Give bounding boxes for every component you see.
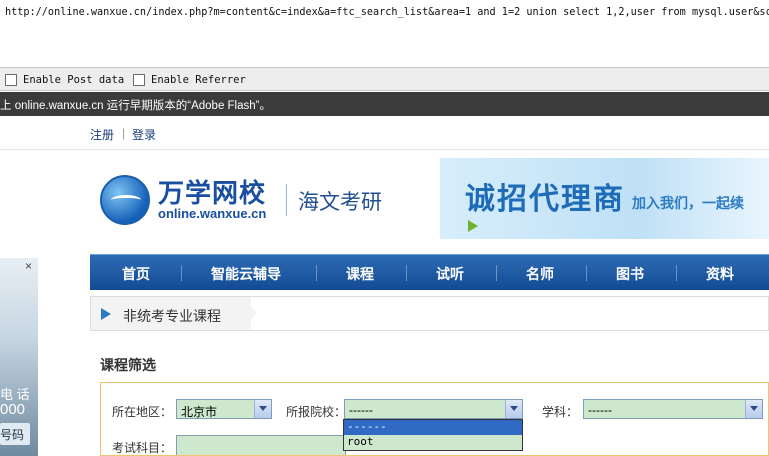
- logo-divider: [286, 184, 287, 216]
- nav-divider: [406, 265, 407, 281]
- chevron-down-icon[interactable]: [505, 400, 522, 418]
- subject-label: 学科：: [542, 405, 579, 419]
- subject-select-value: ------: [588, 403, 612, 417]
- enable-referrer-checkbox[interactable]: [133, 73, 145, 86]
- region-select[interactable]: 北京市: [176, 399, 272, 419]
- breadcrumb-current: 非统考专业课程: [123, 308, 221, 324]
- nav-divider: [181, 265, 182, 281]
- logo-name-cn: 万学网校: [158, 178, 267, 208]
- nav-item-teachers[interactable]: 名师: [526, 264, 554, 284]
- nav-item-trial[interactable]: 试听: [436, 264, 464, 284]
- login-link[interactable]: 登录: [132, 126, 156, 143]
- main-nav: 首页 智能云辅导 课程 试听 名师 图书 资料: [90, 254, 769, 290]
- school-label: 所报院校：: [286, 405, 347, 419]
- banner-headline: 诚招代理商: [465, 183, 625, 216]
- nav-item-books[interactable]: 图书: [616, 264, 644, 284]
- close-icon[interactable]: ×: [25, 259, 32, 273]
- logo-name-en: online.wanxue.cn: [158, 206, 267, 221]
- chevron-down-icon[interactable]: [745, 400, 762, 418]
- side-floating-ad[interactable]: 电 话 000 号码: [0, 258, 38, 456]
- nav-divider: [676, 265, 677, 281]
- banner-tagline: 加入我们，一起续: [632, 195, 744, 211]
- school-select-value: ------: [349, 403, 373, 417]
- hackbar-url-field[interactable]: http://online.wanxue.cn/index.php?m=cont…: [0, 0, 769, 68]
- logo-emblem-icon: [100, 175, 150, 225]
- dropdown-option[interactable]: ------: [344, 420, 522, 435]
- enable-referrer-label[interactable]: Enable Referrer: [151, 74, 246, 86]
- dropdown-option[interactable]: root: [344, 435, 522, 450]
- nav-item-courses[interactable]: 课程: [346, 264, 374, 284]
- nav-divider: [316, 265, 317, 281]
- nav-item-materials[interactable]: 资料: [706, 264, 734, 284]
- hackbar-options-bar: Enable Post data Enable Referrer: [0, 68, 769, 91]
- nav-divider: [586, 265, 587, 281]
- side-ad-line2: 000: [0, 401, 26, 418]
- exam-subject-label: 考试科目：: [112, 441, 173, 455]
- enable-referrer-option[interactable]: Enable Referrer: [133, 72, 246, 87]
- chevron-down-icon[interactable]: [254, 400, 271, 418]
- region-label: 所在地区：: [112, 405, 173, 419]
- region-select-value: 北京市: [181, 405, 218, 419]
- nav-divider: [496, 265, 497, 281]
- enable-post-data-label[interactable]: Enable Post data: [23, 74, 124, 86]
- top-links-bar: 注册 | 登录: [0, 117, 769, 150]
- site-logo[interactable]: 万学网校 online.wanxue.cn 海文考研: [96, 170, 416, 230]
- nav-item-cloud-tutoring[interactable]: 智能云辅导: [211, 264, 281, 284]
- flash-notice-bar[interactable]: 上 online.wanxue.cn 运行早期版本的“Adobe Flash”。: [0, 92, 769, 116]
- agent-recruit-banner[interactable]: 诚招代理商 加入我们，一起续: [440, 158, 769, 239]
- arrow-right-icon: [101, 308, 111, 320]
- enable-post-data-checkbox[interactable]: [5, 73, 17, 86]
- flash-notice-text: 上 online.wanxue.cn 运行早期版本的“Adobe Flash”。: [0, 100, 271, 112]
- filter-section-title: 课程筛选: [100, 357, 156, 373]
- breadcrumb: 非统考专业课程: [90, 296, 769, 331]
- side-ad-button[interactable]: 号码: [0, 423, 30, 445]
- school-dropdown-list[interactable]: ------ root: [343, 419, 523, 451]
- play-triangle-icon: [468, 220, 478, 232]
- exam-subject-select[interactable]: [176, 435, 346, 455]
- school-select[interactable]: ------: [344, 399, 523, 419]
- subject-select[interactable]: ------: [583, 399, 763, 419]
- nav-item-home[interactable]: 首页: [122, 264, 150, 284]
- enable-post-data-option[interactable]: Enable Post data: [5, 72, 124, 87]
- register-link[interactable]: 注册: [90, 126, 114, 143]
- logo-subtitle: 海文考研: [298, 191, 382, 214]
- hackbar-url-text[interactable]: http://online.wanxue.cn/index.php?m=cont…: [5, 7, 769, 18]
- top-links-separator: |: [122, 126, 126, 140]
